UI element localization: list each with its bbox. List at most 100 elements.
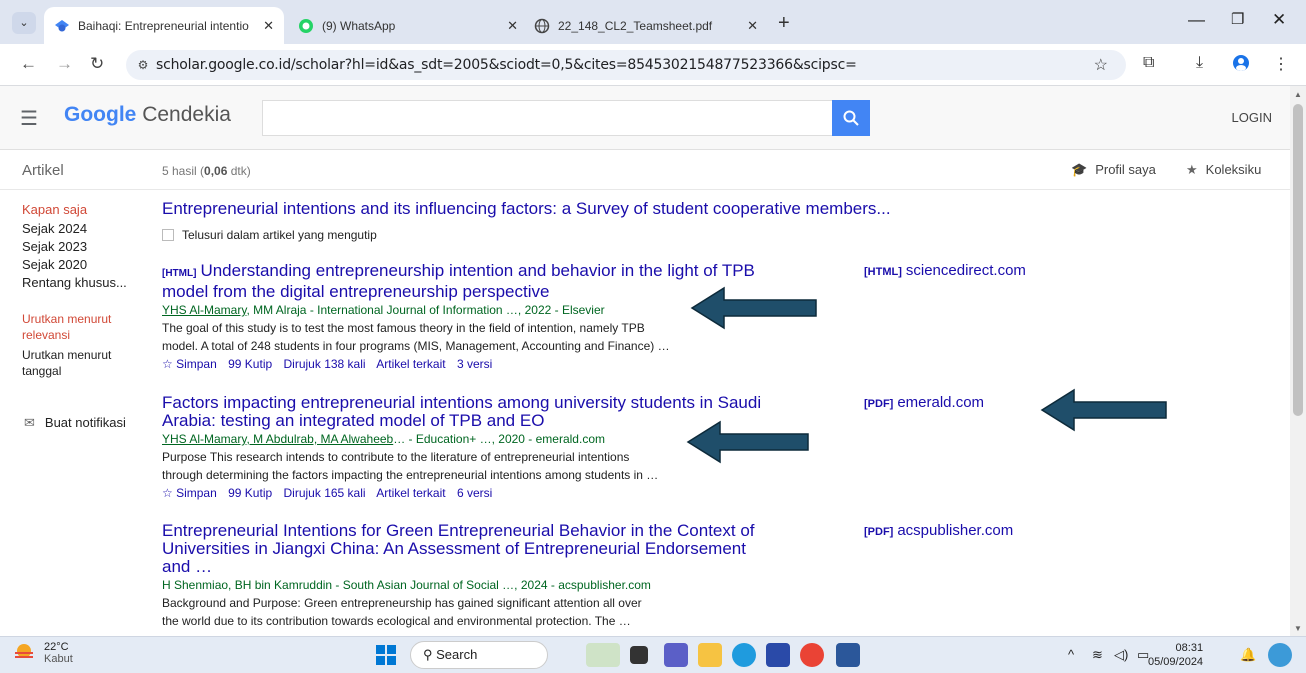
browser-tab-strip: ⌄ Baihaqi: Entrepreneurial intentio ✕ (9… <box>0 0 1306 44</box>
cite-button[interactable]: 99 Kutip <box>228 357 272 371</box>
result-authors: YHS Al-Mamary, MM Alraja - International… <box>162 303 605 317</box>
new-tab-icon[interactable]: + <box>778 13 790 33</box>
back-icon[interactable]: ← <box>20 54 37 74</box>
file-explorer-icon[interactable] <box>698 643 722 667</box>
download-icon[interactable]: ⤓ <box>1196 54 1203 72</box>
result-title[interactable]: Entrepreneurial Intentions for Green Ent… <box>162 522 755 576</box>
forward-icon[interactable]: → <box>56 54 73 74</box>
search-within-citing[interactable]: Telusuri dalam artikel yang mengutip <box>162 226 922 244</box>
filter-since-2023[interactable]: Sejak 2023 <box>22 239 142 255</box>
scholar-logo[interactable]: Google Cendekia <box>64 103 231 127</box>
temperature-text: 22°C <box>44 641 69 653</box>
site-settings-icon[interactable]: ⚙ <box>130 58 156 72</box>
windows-taskbar: 22°C Kabut ⚲ Search ^ ≋ ◁) ▭ 08:31 05/09/2… <box>0 636 1306 673</box>
cite-button[interactable]: 99 Kutip <box>228 486 272 500</box>
scroll-thumb[interactable] <box>1293 104 1303 416</box>
fulltext-link[interactable]: [HTML] sciencedirect.com <box>864 262 1026 279</box>
search-input[interactable] <box>262 100 832 136</box>
tab-scholar[interactable]: Baihaqi: Entrepreneurial intentio ✕ <box>44 7 284 44</box>
scroll-up-icon[interactable]: ▲ <box>1294 90 1302 99</box>
cited-by-link[interactable]: Dirujuk 138 kali <box>284 357 366 371</box>
result-title[interactable]: Factors impacting entrepreneurial intent… <box>162 394 761 430</box>
scholar-header: ☰ Google Cendekia LOGIN <box>0 86 1290 150</box>
sort-by-relevance[interactable]: Urutkan menurut relevansi <box>22 311 122 343</box>
cited-work-title[interactable]: Entrepreneurial intentions and its influ… <box>162 200 922 218</box>
save-button[interactable]: ☆ Simpan <box>162 357 217 371</box>
my-profile-link[interactable]: 🎓 Profil saya <box>1071 162 1156 178</box>
result-item: Entrepreneurial Intentions for Green Ent… <box>162 522 755 630</box>
weather-text: Kabut <box>44 653 73 665</box>
create-alert-link[interactable]: ✉ Buat notifikasi <box>24 415 126 431</box>
versions-link[interactable]: 3 versi <box>457 357 492 371</box>
wifi-icon[interactable]: ≋ <box>1092 647 1103 663</box>
result-authors: YHS Al-Mamary, M Abdulrab, MA Alwaheeb… … <box>162 432 605 446</box>
scroll-down-icon[interactable]: ▼ <box>1294 624 1302 633</box>
fulltext-link[interactable]: [PDF] acspublisher.com <box>864 522 1013 539</box>
result-item: [HTML] Understanding entrepreneurship int… <box>162 262 755 373</box>
tab-title: Baihaqi: Entrepreneurial intentio <box>78 18 249 33</box>
result-snippet: Background and Purpose: Green entreprene… <box>162 596 642 628</box>
taskbar-search-box[interactable]: ⚲ Search <box>410 641 548 669</box>
annotation-arrow-icon <box>690 286 817 330</box>
filter-since-2024[interactable]: Sejak 2024 <box>22 221 142 237</box>
my-library-link[interactable]: ★ Koleksiku <box>1186 162 1261 178</box>
sort-by-date[interactable]: Urutkan menurut tanggal <box>22 347 122 379</box>
system-clock[interactable]: 08:31 05/09/2024 <box>1148 641 1203 669</box>
extensions-icon[interactable]: ⧉ <box>1143 54 1154 72</box>
hamburger-menu-icon[interactable]: ☰ <box>20 106 38 131</box>
address-bar[interactable]: ⚙ scholar.google.co.id/scholar?hl=id&as_… <box>126 50 1126 80</box>
globe-icon <box>534 18 550 34</box>
restore-icon[interactable]: ❐ <box>1231 10 1244 28</box>
result-count: 5 hasil (0,06 dtk) <box>162 164 251 178</box>
tab-close-icon[interactable]: ✕ <box>747 18 758 34</box>
tab-close-icon[interactable]: ✕ <box>263 18 274 34</box>
graduation-cap-icon: 🎓 <box>1071 162 1088 177</box>
tab-whatsapp[interactable]: (9) WhatsApp ✕ <box>288 7 528 44</box>
chrome-icon[interactable] <box>800 643 824 667</box>
reload-icon[interactable]: ↻ <box>90 54 104 74</box>
versions-link[interactable]: 6 versi <box>457 486 492 500</box>
notification-bell-icon[interactable]: 🔔 <box>1240 647 1256 663</box>
filter-since-2020[interactable]: Sejak 2020 <box>22 257 142 273</box>
windows-start-icon[interactable] <box>374 643 398 667</box>
tab-search-button[interactable]: ⌄ <box>12 12 36 34</box>
related-articles-link[interactable]: Artikel terkait <box>376 486 445 500</box>
filter-any-time[interactable]: Kapan saja <box>22 202 142 218</box>
bookmark-star-icon[interactable]: ☆ <box>1094 55 1108 75</box>
fulltext-link[interactable]: [PDF] emerald.com <box>864 394 984 411</box>
close-window-icon[interactable]: ✕ <box>1272 10 1286 30</box>
widgets-icon[interactable] <box>586 643 620 667</box>
weather-widget[interactable]: 22°C Kabut <box>12 641 73 665</box>
chevron-up-icon[interactable]: ^ <box>1068 647 1074 662</box>
result-title[interactable]: [HTML] Understanding entrepreneurship int… <box>162 262 755 301</box>
result-authors: H Shenmiao, BH bin Kamruddin - South Asi… <box>162 578 651 592</box>
task-view-icon[interactable] <box>630 646 648 664</box>
tab-title: (9) WhatsApp <box>322 18 396 33</box>
save-button[interactable]: ☆ Simpan <box>162 486 217 500</box>
url-text: scholar.google.co.id/scholar?hl=id&as_sd… <box>156 57 857 73</box>
minimize-icon[interactable]: — <box>1188 10 1205 30</box>
cited-work: Entrepreneurial intentions and its influ… <box>162 200 922 244</box>
annotation-arrow-icon <box>686 420 809 464</box>
volume-icon[interactable]: ◁) <box>1114 647 1128 663</box>
word-icon[interactable] <box>836 643 860 667</box>
teams-icon[interactable] <box>664 643 688 667</box>
tab-teamsheet[interactable]: 22_148_CL2_Teamsheet.pdf ✕ <box>524 7 768 44</box>
annotation-arrow-icon <box>1040 388 1167 432</box>
profile-icon[interactable] <box>1232 54 1250 77</box>
cited-by-link[interactable]: Dirujuk 165 kali <box>284 486 366 500</box>
login-link[interactable]: LOGIN <box>1232 110 1272 125</box>
edge-icon[interactable] <box>732 643 756 667</box>
filter-custom-range[interactable]: Rentang khusus... <box>22 275 142 291</box>
store-icon[interactable] <box>766 643 790 667</box>
search-within-checkbox[interactable] <box>162 229 174 241</box>
envelope-icon: ✉ <box>24 415 35 430</box>
copilot-icon[interactable] <box>1268 643 1292 667</box>
menu-kebab-icon[interactable]: ⋮ <box>1273 54 1289 74</box>
search-button[interactable] <box>832 100 870 136</box>
weather-icon <box>15 644 33 658</box>
result-snippet: Purpose This research intends to contrib… <box>162 450 659 482</box>
related-articles-link[interactable]: Artikel terkait <box>376 357 445 371</box>
page-scrollbar[interactable]: ▲ ▼ <box>1290 86 1306 636</box>
tab-close-icon[interactable]: ✕ <box>507 18 518 34</box>
